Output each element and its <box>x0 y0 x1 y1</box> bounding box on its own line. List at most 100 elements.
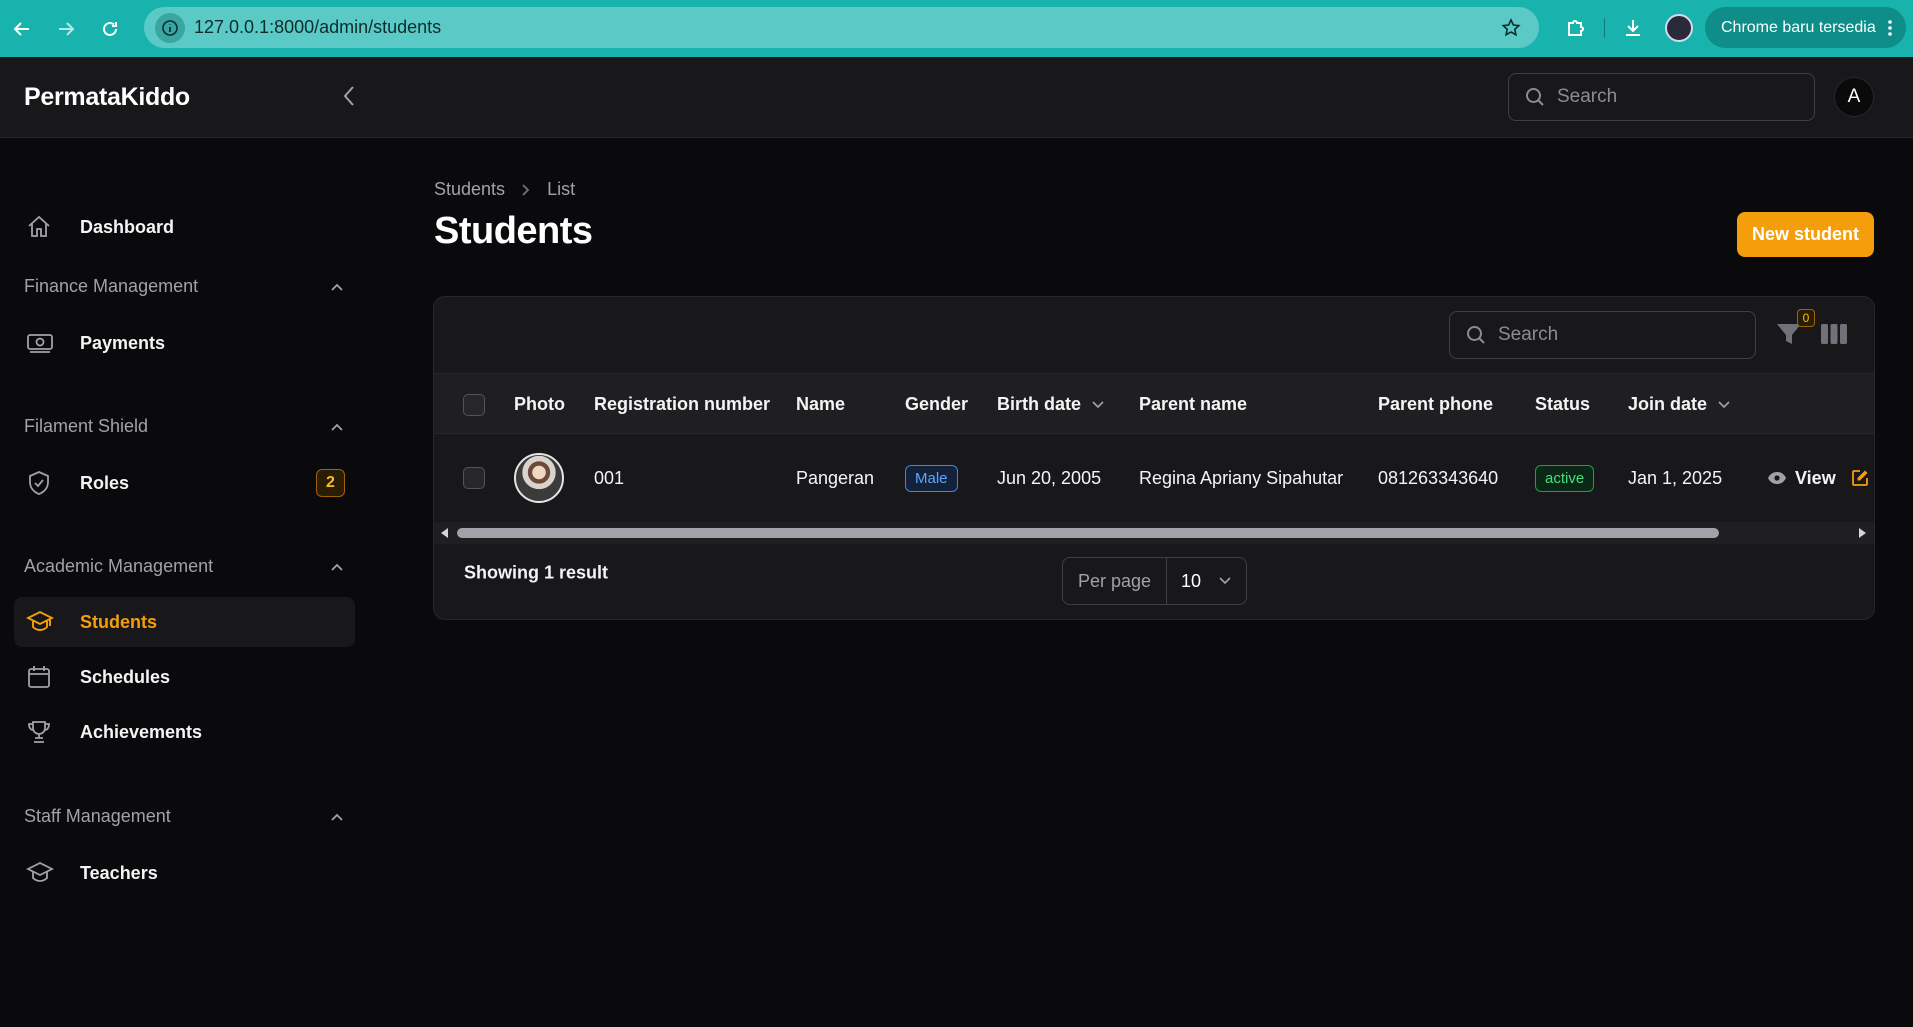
chevron-down-icon <box>1219 577 1231 585</box>
group-finance-management[interactable]: Finance Management <box>24 276 344 297</box>
header-gender: Gender <box>905 394 969 414</box>
address-bar[interactable]: 127.0.0.1:8000/admin/students <box>144 7 1539 48</box>
cell-parent-name: Regina Apriany Sipahutar <box>1139 467 1344 488</box>
header-parent-name: Parent name <box>1139 394 1248 414</box>
horizontal-scrollbar[interactable] <box>434 522 1874 544</box>
chevron-up-icon <box>331 283 343 291</box>
sidebar-item-label: Schedules <box>80 666 171 687</box>
site-info-button[interactable] <box>150 7 190 48</box>
header-photo: Photo <box>514 394 565 414</box>
header-status: Status <box>1535 394 1591 414</box>
reload-button[interactable] <box>88 7 132 51</box>
view-action[interactable]: View <box>1767 434 1836 522</box>
bookmark-button[interactable] <box>1491 17 1531 38</box>
scroll-left-icon[interactable] <box>439 527 451 539</box>
header-join-date-label: Join date <box>1628 394 1708 414</box>
table-header: Photo Registration number Name Gender Bi… <box>434 373 1874 435</box>
table-row[interactable]: 001 Pangeran Male Jun 20, 2005 Regina Ap… <box>434 434 1874 522</box>
group-staff-management[interactable]: Staff Management <box>24 806 344 827</box>
arrow-right-icon <box>59 21 75 36</box>
chevron-down-icon <box>1718 400 1730 408</box>
profile-avatar[interactable] <box>1665 13 1693 42</box>
trophy-icon <box>28 721 50 743</box>
row-checkbox[interactable] <box>463 434 485 522</box>
back-button[interactable] <box>0 7 44 51</box>
sidebar-item-label: Teachers <box>80 862 158 883</box>
students-table: 0 Photo Registration number Name Gender … <box>433 296 1875 620</box>
collapse-sidebar-button[interactable] <box>334 81 364 111</box>
header-registration-number: Registration number <box>594 394 771 414</box>
cell-gender: Male <box>905 434 958 522</box>
extensions-button[interactable] <box>1556 8 1596 48</box>
search-icon <box>1467 326 1485 344</box>
toolbar-separator <box>1604 17 1605 38</box>
per-page-dropdown[interactable]: 10 <box>1167 558 1246 604</box>
app-topbar: PermataKiddo A <box>0 57 1913 138</box>
url-text: 127.0.0.1:8000/admin/students <box>194 17 442 37</box>
sidebar-item-payments[interactable]: Payments <box>14 318 355 368</box>
filter-count-badge: 0 <box>1797 309 1815 327</box>
per-page-select[interactable]: Per page 10 <box>1062 557 1247 605</box>
academic-cap-icon <box>26 861 54 882</box>
sidebar-item-dashboard[interactable]: Dashboard <box>14 202 355 252</box>
calendar-icon <box>28 666 50 688</box>
gender-badge: Male <box>905 464 958 492</box>
scroll-right-icon[interactable] <box>1856 527 1868 539</box>
header-birth-date-label: Birth date <box>997 394 1082 414</box>
chevron-up-icon <box>331 563 343 571</box>
shield-check-icon <box>29 471 49 495</box>
group-label: Academic Management <box>24 556 214 576</box>
breadcrumb-students-link[interactable]: Students <box>434 179 505 200</box>
select-all-checkbox[interactable] <box>463 374 485 435</box>
per-page-label: Per page <box>1063 558 1167 604</box>
download-icon <box>1626 19 1640 36</box>
sidebar-item-achievements[interactable]: Achievements <box>14 707 355 757</box>
sidebar-item-students[interactable]: Students <box>14 597 355 647</box>
group-label: Staff Management <box>24 806 171 826</box>
per-page-value: 10 <box>1181 570 1202 591</box>
student-photo <box>514 434 564 522</box>
global-search-input[interactable] <box>1557 86 1777 108</box>
chevron-up-icon <box>331 423 343 431</box>
table-search-input[interactable] <box>1498 324 1718 346</box>
chevron-down-icon <box>1092 400 1104 408</box>
group-filament-shield[interactable]: Filament Shield <box>24 416 344 437</box>
sidebar: Dashboard Finance Management Payments Fi… <box>0 138 365 1027</box>
sidebar-item-roles[interactable]: Roles 2 <box>14 458 355 508</box>
cell-birth-date: Jun 20, 2005 <box>997 467 1102 488</box>
downloads-button[interactable] <box>1613 8 1653 48</box>
sidebar-item-label: Students <box>80 611 158 632</box>
arrow-left-icon <box>13 21 29 36</box>
table-search[interactable] <box>1449 311 1756 359</box>
banknote-icon <box>27 334 53 353</box>
home-icon <box>28 215 50 237</box>
status-badge: active <box>1535 464 1595 492</box>
sidebar-item-teachers[interactable]: Teachers <box>14 848 355 898</box>
cell-parent-phone: 081263343640 <box>1378 467 1499 488</box>
edit-icon <box>1852 470 1868 486</box>
new-student-button[interactable]: New student <box>1737 212 1874 257</box>
group-label: Finance Management <box>24 276 199 296</box>
chrome-update-button[interactable]: Chrome baru tersedia <box>1705 7 1906 48</box>
header-join-date[interactable]: Join date <box>1628 374 1731 435</box>
edit-action[interactable] <box>1851 434 1869 522</box>
sidebar-item-schedules[interactable]: Schedules <box>14 652 355 702</box>
view-label: View <box>1795 467 1836 488</box>
columns-toggle-icon[interactable] <box>1820 321 1848 347</box>
reload-icon <box>103 21 117 36</box>
group-academic-management[interactable]: Academic Management <box>24 556 344 577</box>
cell-name: Pangeran <box>796 467 875 488</box>
brand-logo[interactable]: PermataKiddo <box>24 83 190 112</box>
header-birth-date[interactable]: Birth date <box>997 374 1105 435</box>
sidebar-item-label: Achievements <box>80 721 203 742</box>
breadcrumb: Students List <box>434 179 575 200</box>
global-search[interactable] <box>1508 73 1815 121</box>
roles-count-badge: 2 <box>316 469 345 497</box>
scroll-thumb[interactable] <box>457 528 1719 538</box>
eye-icon <box>1768 472 1786 484</box>
cell-status: active <box>1535 434 1595 522</box>
user-avatar[interactable]: A <box>1834 77 1874 117</box>
forward-button[interactable] <box>44 7 88 51</box>
sidebar-item-label: Payments <box>80 332 166 353</box>
breadcrumb-current: List <box>547 179 576 199</box>
